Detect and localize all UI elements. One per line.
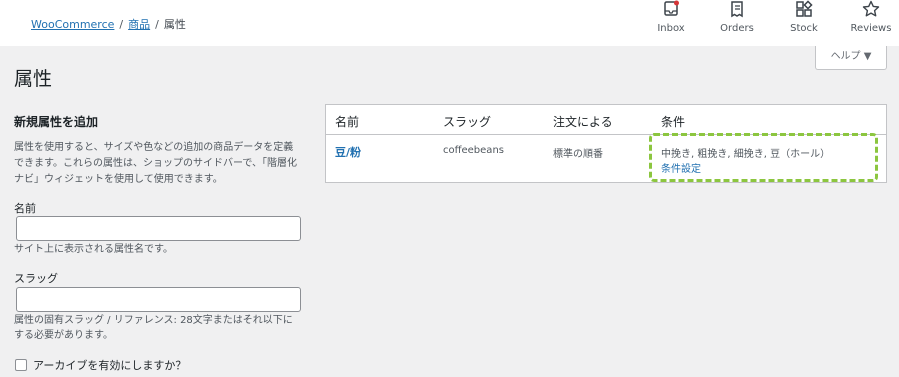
column-header-name[interactable]: 名前: [335, 113, 359, 130]
form-description: 属性を使用すると、サイズや色などの追加の商品データを定義できます。これらの属性は…: [14, 142, 297, 185]
nav-orders-label: Orders: [720, 23, 754, 34]
name-field-label: 名前: [14, 202, 36, 215]
stock-icon: [774, 0, 834, 19]
name-field-help: サイト上に表示される属性名です。: [14, 244, 173, 255]
nav-stock[interactable]: Stock: [774, 0, 834, 34]
nav-inbox[interactable]: Inbox: [641, 0, 701, 34]
orders-icon: [707, 0, 767, 19]
name-input[interactable]: [16, 216, 301, 241]
star-icon: [841, 0, 899, 19]
attribute-terms: 中挽き, 粗挽き, 細挽き, 豆（ホール）: [661, 149, 831, 160]
attributes-table: 名前 スラッグ 注文による 条件 豆/粉 coffeebeans 標準の順番 中…: [325, 104, 887, 183]
form-title: 新規属性を追加: [14, 115, 99, 129]
column-header-terms: 条件: [661, 115, 686, 129]
attribute-order: 標準の順番: [553, 149, 603, 160]
column-header-slug[interactable]: スラッグ: [443, 113, 491, 130]
nav-reviews-label: Reviews: [850, 23, 892, 34]
configure-terms-link[interactable]: 条件設定: [661, 160, 701, 175]
breadcrumb-products-link[interactable]: 商品: [128, 18, 150, 31]
archive-option[interactable]: アーカイブを有効にしますか？: [15, 357, 186, 373]
breadcrumb-separator: /: [155, 18, 159, 31]
archive-checkbox-label: アーカイブを有効にしますか？: [33, 359, 187, 372]
archive-checkbox[interactable]: [15, 359, 27, 371]
column-header-order[interactable]: 注文による: [553, 113, 613, 130]
slug-field-label: スラッグ: [14, 272, 58, 285]
help-tab-button[interactable]: ヘルプ ▼: [815, 46, 887, 70]
breadcrumb: WooCommerce / 商品 / 属性: [31, 16, 186, 32]
nav-stock-label: Stock: [790, 23, 818, 34]
breadcrumb-current: 属性: [163, 18, 186, 31]
attribute-slug: coffeebeans: [443, 145, 504, 156]
attribute-name-link[interactable]: 豆/粉: [335, 144, 361, 160]
nav-inbox-label: Inbox: [657, 23, 685, 34]
nav-orders[interactable]: Orders: [707, 0, 767, 34]
slug-input[interactable]: [16, 287, 301, 312]
add-attribute-form: 新規属性を追加 属性を使用すると、サイズや色などの追加の商品データを定義できます…: [14, 113, 302, 188]
breadcrumb-woocommerce-link[interactable]: WooCommerce: [31, 18, 114, 31]
inbox-icon: [641, 0, 701, 19]
table-header: 名前 スラッグ 注文による 条件: [326, 105, 886, 135]
slug-field-help: 属性の固有スラッグ / リファレンス: 28文字またはそれ以下にする必要がありま…: [14, 315, 293, 341]
nav-reviews[interactable]: Reviews: [841, 0, 899, 34]
page-title: 属性: [14, 68, 53, 90]
breadcrumb-separator: /: [119, 18, 124, 31]
top-header-bar: WooCommerce / 商品 / 属性 Inbox Orders Stock Rev…: [0, 0, 899, 46]
